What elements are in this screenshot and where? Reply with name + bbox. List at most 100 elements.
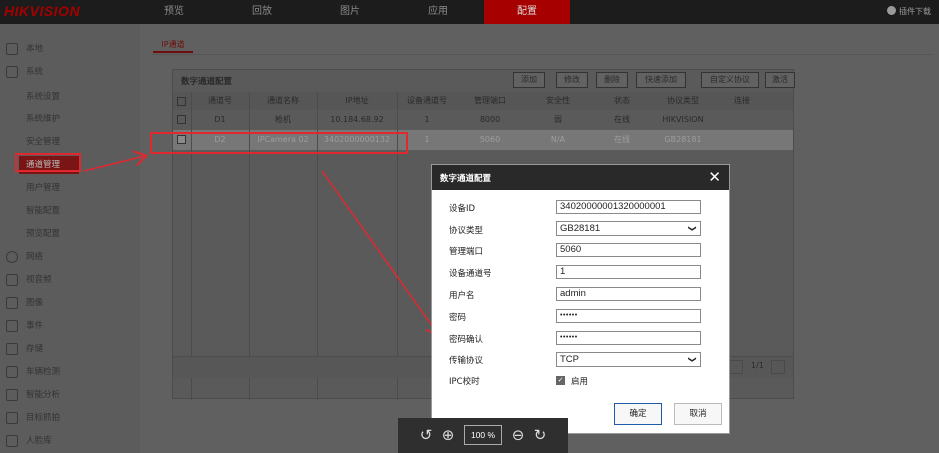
ok-button[interactable]: 确定 xyxy=(614,403,662,425)
close-icon[interactable]: ✕ xyxy=(708,168,721,186)
cell-security: 弱 xyxy=(554,115,562,124)
cell-port: 8000 xyxy=(479,115,501,124)
sidebar-item-label: 事件 xyxy=(26,321,44,331)
protocol-type-select[interactable]: GB28181 ❯ xyxy=(556,221,701,236)
sidebar-item-target-capture[interactable]: 目标抓拍 xyxy=(0,407,140,429)
quick-add-button[interactable]: 快速添加 xyxy=(636,72,686,88)
audio-video-icon xyxy=(6,274,18,286)
sidebar-sub-security[interactable]: 安全管理 xyxy=(26,133,60,151)
cell-channel-name: 枪机 xyxy=(275,115,291,124)
nav-playback[interactable]: 回放 xyxy=(226,0,298,24)
ipc-enable-label: 启用 xyxy=(571,377,589,387)
sidebar-sub-system-settings[interactable]: 系统设置 xyxy=(26,88,60,106)
sidebar-item-label: 系统 xyxy=(26,67,44,77)
sidebar-sub-preview-config[interactable]: 预览配置 xyxy=(26,225,60,243)
protocol-type-label: 协议类型 xyxy=(449,226,484,236)
sidebar-item-vehicle-detection[interactable]: 车辆检测 xyxy=(0,361,140,383)
nav-configuration[interactable]: 配置 xyxy=(484,0,570,24)
channel-config-dialog: 数字通道配置 ✕ 设备ID 34020000001320000001 协议类型 … xyxy=(431,164,730,434)
sidebar-item-label: 存储 xyxy=(26,344,44,354)
sidebar-item-system[interactable]: 系统 xyxy=(0,61,140,83)
cell-protocol: GB28181 xyxy=(664,135,702,144)
sidebar-sub-user-management[interactable]: 用户管理 xyxy=(26,179,60,197)
device-id-label: 设备ID xyxy=(449,204,476,214)
modify-button[interactable]: 修改 xyxy=(556,72,588,88)
plugin-download-link[interactable]: 插件下载 xyxy=(887,0,931,24)
cell-port: 5060 xyxy=(479,135,501,144)
sidebar-item-label: 本地 xyxy=(26,44,44,54)
sidebar-item-label: 人脸库 xyxy=(26,436,52,446)
chevron-down-icon: ❯ xyxy=(688,356,698,363)
password-confirm-input[interactable]: •••••• xyxy=(556,331,701,345)
dialog-title: 数字通道配置 xyxy=(440,174,492,184)
annotation-highlight-row xyxy=(150,132,408,154)
activate-button[interactable]: 激活 xyxy=(765,72,795,88)
ipc-timing-label: IPC校时 xyxy=(449,377,480,387)
zoom-in-icon[interactable]: ⊕ xyxy=(440,427,456,443)
zoom-level-input[interactable]: 100 % xyxy=(464,425,502,445)
cell-device-channel: 1 xyxy=(424,115,430,124)
password-confirm-label: 密码确认 xyxy=(449,335,484,345)
cell-connect xyxy=(715,110,769,130)
management-port-input[interactable]: 5060 xyxy=(556,243,701,257)
ipc-timing-checkbox[interactable]: ✓ xyxy=(556,376,565,385)
sidebar-item-face-library[interactable]: 人脸库 xyxy=(0,430,140,452)
sidebar-sub-system-maintenance[interactable]: 系统维护 xyxy=(26,110,60,128)
transport-protocol-value: TCP xyxy=(560,354,579,365)
row-checkbox[interactable] xyxy=(177,115,186,124)
column-header: 设备通道号 xyxy=(407,96,447,105)
next-page-button[interactable] xyxy=(771,360,785,374)
cell-protocol: HIKVISION xyxy=(662,115,704,124)
management-port-label: 管理端口 xyxy=(449,247,484,257)
select-all-checkbox[interactable] xyxy=(177,97,186,106)
custom-protocol-button[interactable]: 自定义协议 xyxy=(701,72,759,88)
rotate-right-icon[interactable]: ↻ xyxy=(532,427,548,443)
password-input[interactable]: •••••• xyxy=(556,309,701,323)
protocol-type-value: GB28181 xyxy=(560,223,601,234)
sidebar-item-audio-video[interactable]: 视音频 xyxy=(0,269,140,291)
sidebar-item-network[interactable]: 网络 xyxy=(0,246,140,268)
rotate-left-icon[interactable]: ↺ xyxy=(418,427,434,443)
cell-channel-no: D1 xyxy=(214,115,226,124)
device-channel-label: 设备通道号 xyxy=(449,269,492,279)
device-channel-input[interactable]: 1 xyxy=(556,265,701,279)
tab-divider xyxy=(153,54,933,55)
column-header: IP地址 xyxy=(345,96,369,105)
password-label: 密码 xyxy=(449,313,467,323)
sidebar-item-smart-analysis[interactable]: 智能分析 xyxy=(0,384,140,406)
cell-ip: 10.184.68.92 xyxy=(330,115,384,124)
nav-picture[interactable]: 图片 xyxy=(314,0,386,24)
sidebar-sub-smart-config[interactable]: 智能配置 xyxy=(26,202,60,220)
brand-logo: HIKVISION xyxy=(4,3,81,19)
username-input[interactable]: admin xyxy=(556,287,701,301)
delete-button[interactable]: 删除 xyxy=(596,72,628,88)
sidebar-item-storage[interactable]: 存储 xyxy=(0,338,140,360)
sidebar-item-local[interactable]: 本地 xyxy=(0,38,140,60)
dialog-header: 数字通道配置 ✕ xyxy=(432,165,729,190)
prev-page-button[interactable] xyxy=(729,360,743,374)
cell-security: N/A xyxy=(550,135,566,144)
sidebar-item-label: 网络 xyxy=(26,252,44,262)
transport-protocol-label: 传输协议 xyxy=(449,356,484,366)
column-header: 状态 xyxy=(614,96,630,105)
vehicle-icon xyxy=(6,366,18,378)
device-id-input[interactable]: 34020000001320000001 xyxy=(556,200,701,214)
plugin-label: 插件下载 xyxy=(899,7,931,16)
sidebar-item-label: 图像 xyxy=(26,298,44,308)
tab-ip-channel[interactable]: IP通道 xyxy=(153,37,193,53)
sidebar-item-label: 智能分析 xyxy=(26,390,61,400)
sidebar-item-image[interactable]: 图像 xyxy=(0,292,140,314)
cell-status: 在线 xyxy=(614,135,630,144)
zoom-out-icon[interactable]: ⊖ xyxy=(510,427,526,443)
nav-application[interactable]: 应用 xyxy=(402,0,474,24)
nav-preview[interactable]: 预览 xyxy=(138,0,210,24)
monitor-icon xyxy=(6,43,18,55)
add-button[interactable]: 添加 xyxy=(513,72,545,88)
table-row[interactable]: D1 枪机 10.184.68.92 1 8000 弱 在线 HIKVISION xyxy=(173,110,793,130)
cell-connect xyxy=(715,130,769,150)
sidebar-item-event[interactable]: 事件 xyxy=(0,315,140,337)
event-icon xyxy=(6,320,18,332)
table-header: 通道号 通道名称 IP地址 设备通道号 管理端口 安全性 状态 协议类型 连接 xyxy=(173,92,793,110)
transport-protocol-select[interactable]: TCP ❯ xyxy=(556,352,701,367)
cancel-button[interactable]: 取消 xyxy=(674,403,722,425)
